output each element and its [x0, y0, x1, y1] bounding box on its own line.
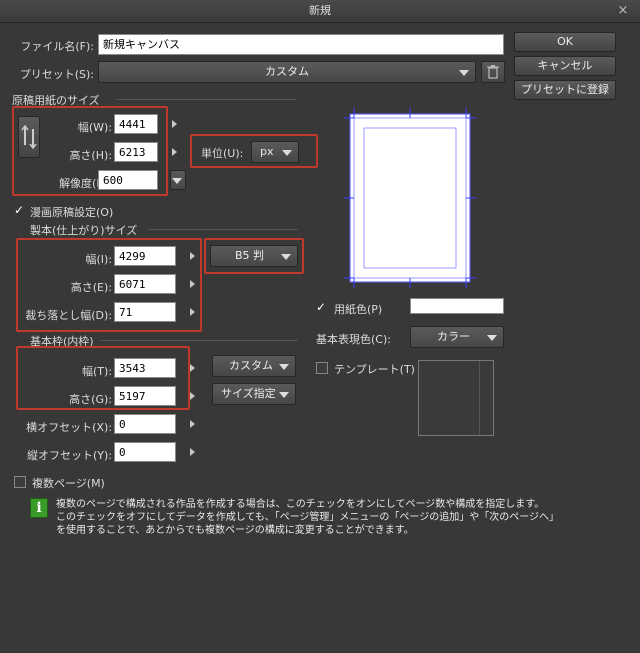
chevron-right-icon[interactable] [190, 308, 195, 316]
template-preview-divider [479, 361, 480, 435]
rotate-orientation-button[interactable] [18, 116, 40, 158]
register-preset-button[interactable]: プリセットに登録 [514, 80, 616, 100]
x-offset-input[interactable]: 0 [114, 414, 176, 434]
trash-icon[interactable] [481, 61, 505, 83]
unit-label: 単位(U): [201, 147, 244, 160]
preset-label: プリセット(S): [19, 68, 94, 81]
rotate-orientation-icon [21, 124, 37, 150]
frame-preset-dropdown[interactable]: カスタム [212, 355, 296, 377]
chevron-right-icon[interactable] [172, 148, 177, 156]
height-input[interactable]: 6213 [114, 142, 158, 162]
chevron-right-icon[interactable] [190, 252, 195, 260]
chevron-down-icon [279, 364, 289, 370]
chevron-down-icon [459, 70, 469, 76]
chevron-down-icon [279, 392, 289, 398]
display-color-dropdown[interactable]: カラー [410, 326, 504, 348]
binding-height-label: 高さ(E): [70, 281, 112, 294]
chevron-right-icon[interactable] [172, 120, 177, 128]
resolution-input[interactable]: 600 [98, 170, 158, 190]
file-name-input[interactable]: 新規キャンバス [98, 34, 504, 55]
multi-page-label[interactable]: 複数ページ(M) [32, 475, 105, 491]
chevron-right-icon[interactable] [190, 364, 195, 372]
frame-preset-value: カスタム [229, 359, 273, 372]
checkmark-icon[interactable]: ✓ [316, 301, 326, 313]
frame-size-mode-dropdown[interactable]: サイズ指定 [212, 383, 296, 405]
window-title: 新規 [309, 4, 331, 17]
chevron-right-icon[interactable] [190, 392, 195, 400]
checkmark-icon[interactable]: ✓ [14, 204, 24, 216]
ok-button[interactable]: OK [514, 32, 616, 52]
manga-setting-label[interactable]: 漫画原稿設定(O) [30, 204, 113, 220]
template-label[interactable]: テンプレート(T) [334, 361, 415, 377]
frame-width-input[interactable]: 3543 [114, 358, 176, 378]
unit-dropdown[interactable]: px [251, 141, 299, 163]
binding-size-value: B5 判 [235, 249, 265, 262]
frame-width-label: 幅(T): [81, 365, 112, 378]
frame-height-input[interactable]: 5197 [114, 386, 176, 406]
chevron-down-icon [487, 335, 497, 341]
frame-size-mode-value: サイズ指定 [221, 387, 276, 400]
binding-height-input[interactable]: 6071 [114, 274, 176, 294]
info-line-2: このチェックをオフにしてデータを作成しても、「ページ管理」メニューの「ページの追… [56, 512, 559, 523]
width-label: 幅(W): [77, 121, 112, 134]
preset-dropdown-value: カスタム [265, 65, 309, 78]
info-line-3: を使用することで、あとからでも複数ページの構成に変更することができます。 [56, 525, 414, 536]
chevron-right-icon[interactable] [190, 448, 195, 456]
x-offset-label: 横オフセット(X): [26, 421, 112, 434]
display-color-label: 基本表現色(C): [316, 333, 391, 346]
canvas-preview [340, 106, 480, 290]
template-checkbox[interactable] [316, 362, 328, 374]
frame-height-label: 高さ(G): [69, 393, 112, 406]
chevron-down-icon [281, 254, 291, 260]
resolution-dropdown[interactable] [170, 170, 186, 190]
section-divider [116, 99, 296, 100]
bleed-label: 裁ち落とし幅(D): [25, 309, 112, 322]
paper-color-swatch[interactable] [410, 298, 504, 314]
binding-width-label: 幅(I): [85, 253, 112, 266]
chevron-right-icon[interactable] [190, 280, 195, 288]
preset-dropdown[interactable]: カスタム [98, 61, 476, 83]
display-color-value: カラー [437, 330, 470, 343]
multi-page-checkbox[interactable] [14, 476, 26, 488]
bleed-input[interactable]: 71 [114, 302, 176, 322]
section-divider [100, 340, 298, 341]
cancel-button[interactable]: キャンセル [514, 56, 616, 76]
canvas-preview-svg [344, 108, 476, 288]
y-offset-label: 縦オフセット(Y): [26, 449, 112, 462]
info-line-1: 複数のページで構成される作品を作成する場合は、このチェックをオンにしてページ数や… [56, 499, 545, 510]
template-preview[interactable] [418, 360, 494, 436]
chevron-right-icon[interactable] [190, 420, 195, 428]
paper-color-label[interactable]: 用紙色(P) [334, 301, 382, 317]
chevron-down-icon [172, 178, 182, 184]
binding-size-heading: 製本(仕上がり)サイズ [30, 224, 138, 237]
height-label: 高さ(H): [69, 149, 112, 162]
window-titlebar: 新規 [0, 0, 640, 23]
y-offset-input[interactable]: 0 [114, 442, 176, 462]
trash-icon-svg [487, 65, 499, 79]
binding-size-dropdown[interactable]: B5 判 [210, 245, 298, 267]
width-input[interactable]: 4441 [114, 114, 158, 134]
chevron-down-icon [282, 150, 292, 156]
info-icon: i [30, 498, 48, 518]
unit-dropdown-value: px [260, 145, 274, 158]
file-name-label: ファイル名(F): [20, 40, 94, 53]
close-icon[interactable]: × [610, 2, 636, 19]
section-divider [148, 229, 298, 230]
info-text: 複数のページで構成される作品を作成する場合は、このチェックをオンにしてページ数や… [56, 498, 636, 537]
binding-width-input[interactable]: 4299 [114, 246, 176, 266]
